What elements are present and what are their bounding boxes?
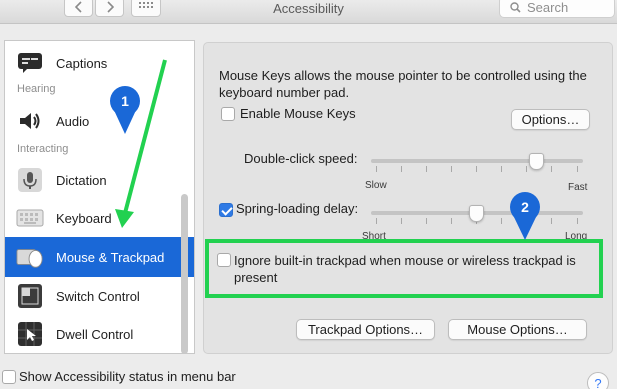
annotation-number-1: 1 xyxy=(121,93,129,109)
annotation-number-2: 2 xyxy=(521,199,529,215)
